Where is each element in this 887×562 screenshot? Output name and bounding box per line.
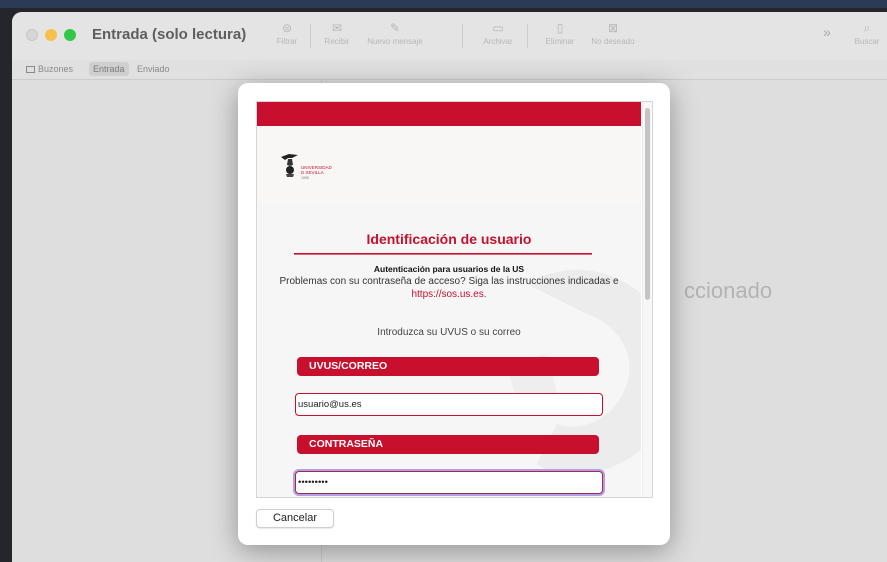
archive-button[interactable]: ▭ Archivar [476, 20, 520, 48]
search-button[interactable]: ⌕ Buscar [848, 20, 886, 48]
filter-button[interactable]: ⊜ Filtrar [272, 20, 302, 48]
password-label: CONTRASEÑA [297, 435, 599, 454]
logo-line-2: D SEVILLA [301, 170, 324, 175]
junk-icon: ⊠ [607, 21, 619, 35]
toolbar-divider [310, 24, 311, 48]
search-icon: ⌕ [863, 21, 871, 35]
mailboxes-tab[interactable]: Buzones [22, 62, 77, 76]
title-bar: Entrada (solo lectura) ⊜ Filtrar ✉ Recib… [12, 12, 887, 60]
filter-icon: ⊜ [281, 21, 293, 35]
password-input[interactable] [295, 471, 603, 494]
login-sheet: UNIVERSIDAD D SEVILLA 1505 Identificació… [238, 83, 670, 545]
toolbar-divider [462, 24, 463, 48]
new-message-label: Nuevo mensaje [367, 37, 423, 46]
minimize-window-button[interactable] [45, 29, 57, 41]
sos-link[interactable]: https://sos.us.es. [257, 289, 641, 300]
sent-tab[interactable]: Enviado [133, 62, 174, 76]
mailboxes-tab-label: Buzones [38, 64, 74, 74]
toolbar-divider [527, 24, 528, 48]
double-chevron-icon: » [823, 24, 831, 40]
header-red-bar [257, 102, 641, 126]
title-underline [294, 253, 592, 255]
envelope-icon: ✉ [331, 21, 343, 35]
new-message-button[interactable]: ✎ Nuevo mensaje [357, 20, 433, 48]
more-toolbar-button[interactable]: » [818, 24, 836, 40]
webview-scrollbar[interactable] [642, 102, 652, 497]
compose-icon: ✎ [389, 21, 401, 35]
window-title: Entrada (solo lectura) [92, 26, 247, 43]
university-seal-icon [281, 154, 298, 177]
filter-label: Filtrar [276, 37, 298, 46]
login-webview: UNIVERSIDAD D SEVILLA 1505 Identificació… [256, 101, 653, 498]
favorites-bar: Buzones Entrada Enviado [12, 60, 887, 80]
desktop-background [0, 0, 887, 8]
get-mail-button[interactable]: ✉ Recibir [319, 20, 355, 48]
delete-label: Eliminar [545, 37, 575, 46]
page-title: Identificación de usuario [366, 231, 532, 247]
login-content: Identificación de usuario Autenticación … [257, 204, 641, 497]
university-logo-text: UNIVERSIDAD D SEVILLA [301, 165, 332, 175]
archive-label: Archivar [483, 37, 513, 46]
logo-area: UNIVERSIDAD D SEVILLA 1505 [257, 126, 641, 205]
get-mail-label: Recibir [324, 37, 350, 46]
inbox-tab[interactable]: Entrada [89, 62, 129, 76]
password-help-text: Problemas con su contraseña de acceso? S… [279, 276, 619, 287]
junk-label: No deseado [591, 37, 635, 46]
username-input[interactable]: usuario@us.es [295, 393, 603, 416]
trash-icon: ▯ [556, 21, 564, 35]
logo-year: 1505 [301, 176, 309, 180]
no-message-selected-text: ccionado [684, 278, 773, 303]
search-label: Buscar [854, 37, 880, 46]
delete-button[interactable]: ▯ Eliminar [538, 20, 582, 48]
cancel-button[interactable]: Cancelar [256, 509, 334, 528]
archive-icon: ▭ [492, 21, 504, 35]
auth-subtitle: Autenticación para usuarios de la US [373, 264, 525, 274]
scrollbar-thumb[interactable] [645, 108, 650, 300]
sidebar-icon [26, 66, 35, 73]
login-prompt: Introduzca su UVUS o su correo [377, 327, 521, 338]
junk-button[interactable]: ⊠ No deseado [584, 20, 642, 48]
zoom-window-button[interactable] [64, 29, 76, 41]
username-label: UVUS/CORREO [297, 357, 599, 376]
close-window-button[interactable] [26, 29, 38, 41]
